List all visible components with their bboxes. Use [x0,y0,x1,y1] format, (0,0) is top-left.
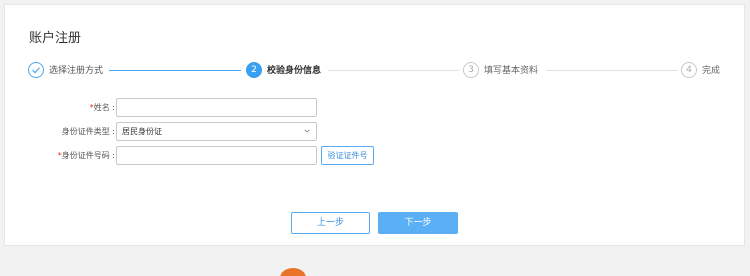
name-label: *姓名 : [5,102,115,114]
id-type-selected-value: 居民身份证 [122,127,162,136]
step-4-label: 完成 [702,66,721,76]
step-2-number: 2 [246,62,262,78]
next-step-button[interactable]: 下一步 [378,212,458,234]
id-number-label: *身份证件号码 : [5,150,115,162]
id-type-label: 身份证件类型 : [61,127,115,136]
id-type-select[interactable]: 居民身份证 [116,122,317,141]
name-label-text: 姓名 : [93,103,115,112]
prev-step-button[interactable]: 上一步 [291,212,370,234]
name-field[interactable] [116,98,317,117]
verify-id-button[interactable]: 验证证件号 [321,146,374,165]
step-3-number: 3 [463,62,479,78]
id-number-field[interactable] [116,146,317,165]
step-connector-1 [109,70,241,71]
step-1-check-icon [28,62,44,78]
chevron-down-icon [304,129,310,133]
id-number-label-text: 身份证件号码 : [61,151,115,160]
step-2-label: 校验身份信息 [267,66,322,76]
registration-card: 账户注册 选择注册方式 2 校验身份信息 3 填写基本资料 4 完成 *姓名 :… [4,4,745,246]
step-4-number: 4 [681,62,697,78]
step-connector-2 [328,70,459,71]
step-1-label: 选择注册方式 [49,66,104,76]
step-connector-3 [546,70,678,71]
footer-logo-icon [280,268,306,276]
step-3-label: 填写基本资料 [484,66,539,76]
